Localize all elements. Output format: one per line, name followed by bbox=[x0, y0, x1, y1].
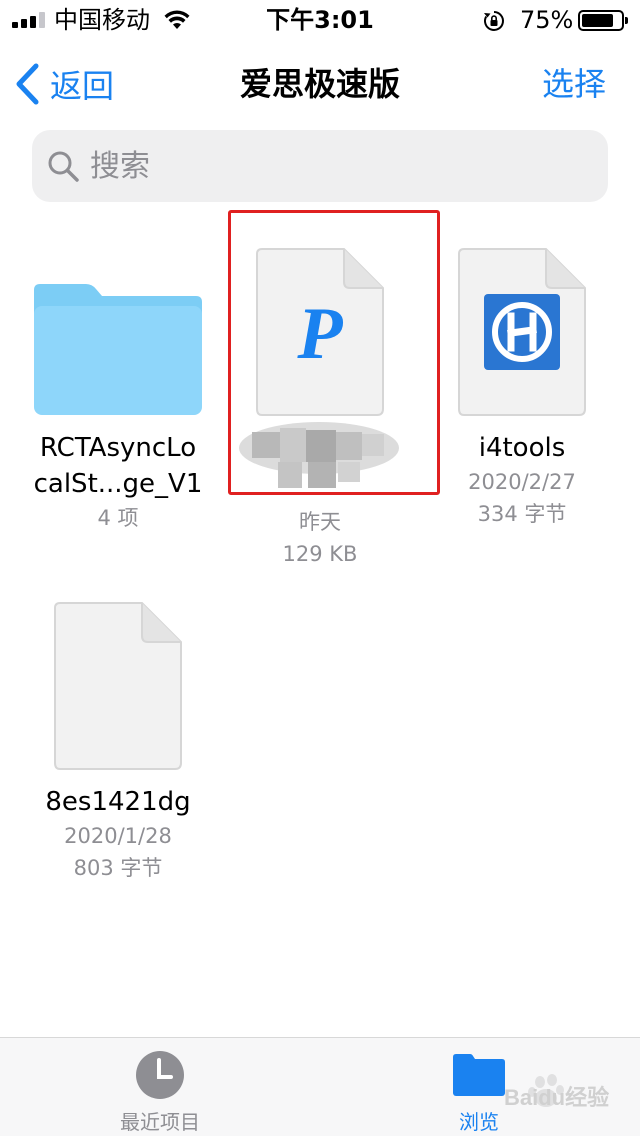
folder-icon bbox=[453, 1054, 505, 1096]
item-name: i4tools bbox=[478, 433, 566, 463]
blank-document-item[interactable]: 8es1421dg 2020/1/28 803 字节 bbox=[23, 784, 213, 884]
i4tools-document-icon[interactable] bbox=[458, 248, 586, 416]
item-name-line2: calSt...ge_V1 bbox=[33, 469, 203, 499]
folder-icon[interactable] bbox=[34, 284, 202, 415]
item-size: 129 KB bbox=[282, 542, 358, 566]
blank-document-icon[interactable] bbox=[54, 602, 182, 770]
folder-item[interactable]: RCTAsyncLo calSt...ge_V1 4 项 bbox=[23, 430, 213, 534]
orientation-lock-icon bbox=[484, 11, 504, 31]
item-size: 334 字节 bbox=[477, 502, 567, 526]
item-date: 2020/1/28 bbox=[64, 824, 172, 848]
watermark-text: Baidu经验 bbox=[504, 1085, 610, 1110]
item-name: RCTAsyncLo bbox=[39, 433, 197, 463]
clock-icon bbox=[136, 1051, 184, 1099]
battery-percent: 75% bbox=[520, 6, 574, 34]
tab-recents[interactable]: 最近项目 bbox=[60, 1038, 260, 1136]
item-name: 8es1421dg bbox=[45, 787, 191, 817]
item-size: 803 字节 bbox=[73, 856, 163, 880]
item-date: 昨天 bbox=[299, 510, 341, 534]
redacted-file-name bbox=[239, 422, 399, 488]
select-button[interactable]: 选择 bbox=[542, 64, 606, 104]
item-date: 2020/2/27 bbox=[468, 470, 576, 494]
pdf-document-item[interactable]: 昨天 129 KB bbox=[225, 506, 415, 570]
search-bar[interactable] bbox=[32, 130, 608, 202]
pdf-document-icon[interactable]: P bbox=[256, 248, 384, 416]
i4tools-document-item[interactable]: i4tools 2020/2/27 334 字节 bbox=[427, 430, 617, 530]
navigation-bar: 返回 爱思极速版 选择 bbox=[0, 50, 640, 120]
item-count: 4 项 bbox=[97, 506, 139, 530]
tab-recents-label: 最近项目 bbox=[120, 1110, 200, 1134]
pdf-letter: P bbox=[296, 293, 343, 375]
search-icon bbox=[48, 151, 79, 182]
search-input[interactable] bbox=[90, 148, 570, 184]
status-bar: 中国移动 下午3:01 75% bbox=[0, 0, 640, 40]
battery-icon bbox=[578, 10, 628, 31]
